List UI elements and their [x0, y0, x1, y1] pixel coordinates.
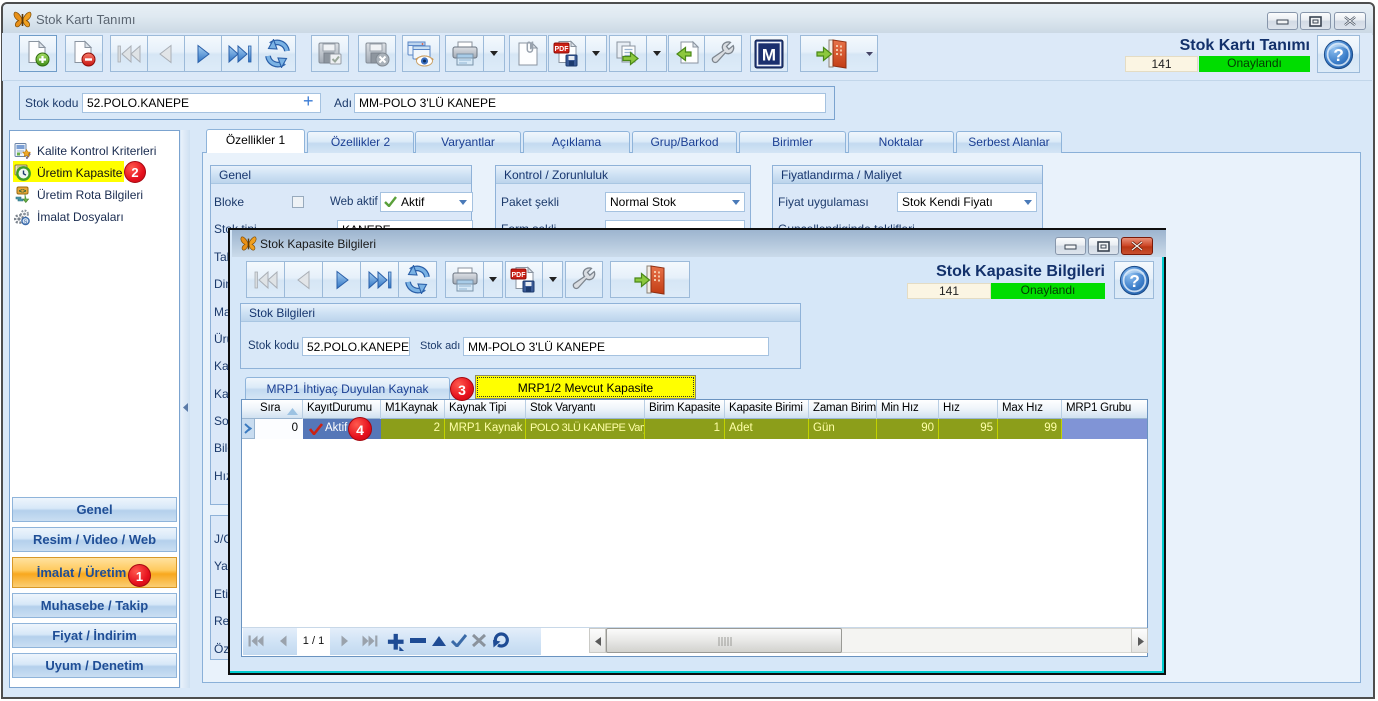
- svg-text:PDF: PDF: [555, 46, 570, 53]
- svg-text:PDF: PDF: [512, 272, 527, 279]
- svg-text:<>: <>: [19, 188, 27, 195]
- svg-text:?: ?: [1333, 44, 1344, 64]
- svg-text:M: M: [762, 45, 776, 64]
- svg-text:?: ?: [1129, 270, 1140, 290]
- svg-text:S: S: [24, 219, 28, 225]
